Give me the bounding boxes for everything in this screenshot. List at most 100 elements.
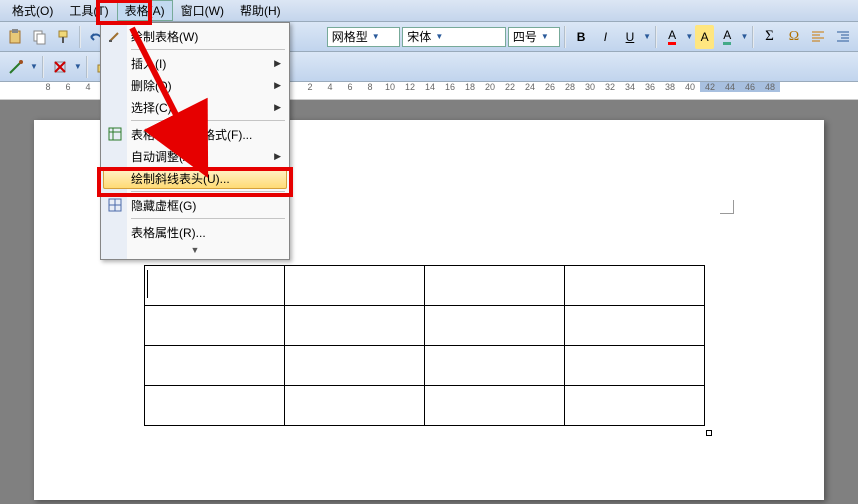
menu-delete[interactable]: 删除(D) ▶: [103, 74, 287, 96]
ruler-tick: 14: [420, 82, 440, 92]
menu-draw-diagonal-header[interactable]: 绘制斜线表头(U)...: [103, 167, 287, 189]
menu-label: 选择(C): [131, 99, 172, 116]
menu-label: 绘制斜线表头(U)...: [131, 170, 230, 187]
ruler-tick: 4: [78, 82, 98, 92]
menu-label: 绘制表格(W): [131, 28, 198, 45]
menu-insert[interactable]: 插入(I) ▶: [103, 52, 287, 74]
ruler-tick: 46: [740, 82, 760, 92]
submenu-arrow-icon: ▶: [274, 151, 281, 162]
menu-label: 插入(I): [131, 55, 166, 72]
menu-help[interactable]: 帮助(H): [232, 0, 289, 21]
font-color-button[interactable]: A: [661, 25, 683, 49]
char-shading-button[interactable]: A: [716, 25, 738, 49]
ruler-tick: 42: [700, 82, 720, 92]
margin-corner-icon: [720, 200, 734, 214]
ruler-tick: 8: [360, 82, 380, 92]
document-table[interactable]: [144, 265, 705, 426]
italic-button[interactable]: I: [594, 25, 616, 49]
ruler-tick: 2: [300, 82, 320, 92]
menu-label: 自动调整(A): [131, 148, 195, 165]
table-cell[interactable]: [425, 386, 565, 426]
table-cell[interactable]: [145, 306, 285, 346]
submenu-arrow-icon: ▶: [274, 80, 281, 91]
grid-icon: [107, 197, 123, 213]
menu-window[interactable]: 窗口(W): [173, 0, 232, 21]
menu-table-properties[interactable]: 表格属性(R)...: [103, 221, 287, 243]
table-cell[interactable]: [565, 306, 705, 346]
table-cell[interactable]: [285, 386, 425, 426]
ruler-tick: 28: [560, 82, 580, 92]
submenu-arrow-icon: ▶: [274, 58, 281, 69]
font-value: 宋体: [407, 28, 431, 45]
menu-select[interactable]: 选择(C) ▶: [103, 96, 287, 118]
table-cell[interactable]: [145, 266, 285, 306]
ruler-tick: 38: [660, 82, 680, 92]
menu-expand[interactable]: ▼: [103, 243, 287, 257]
table-cell[interactable]: [565, 266, 705, 306]
ruler-tick: 32: [600, 82, 620, 92]
delete-tool-icon[interactable]: [48, 55, 72, 79]
menu-autofit[interactable]: 自动调整(A) ▶: [103, 145, 287, 167]
paste-icon[interactable]: [4, 25, 26, 49]
chevron-down-icon: ▼: [435, 32, 443, 41]
ruler-tick: 40: [680, 82, 700, 92]
menu-label: 隐藏虚框(G): [131, 197, 196, 214]
bold-button[interactable]: B: [570, 25, 592, 49]
size-combo[interactable]: 四号▼: [508, 27, 560, 47]
sum-icon[interactable]: Σ: [758, 25, 780, 49]
draw-tool-icon[interactable]: [4, 55, 28, 79]
copy-icon[interactable]: [28, 25, 50, 49]
format-painter-icon[interactable]: [53, 25, 75, 49]
ruler-tick: 20: [480, 82, 500, 92]
table-cell[interactable]: [425, 306, 565, 346]
indent-button[interactable]: [832, 25, 854, 49]
pencil-icon: [107, 28, 123, 44]
ruler-tick: 48: [760, 82, 780, 92]
chevron-down-icon: ▼: [372, 32, 380, 41]
ruler-tick: 34: [620, 82, 640, 92]
table-cell[interactable]: [565, 346, 705, 386]
omega-icon[interactable]: Ω: [783, 25, 805, 49]
menu-label: 删除(D): [131, 77, 172, 94]
size-value: 四号: [513, 28, 537, 45]
ruler-tick: 18: [460, 82, 480, 92]
ruler-tick: 36: [640, 82, 660, 92]
align-button[interactable]: [807, 25, 829, 49]
menu-tools[interactable]: 工具(T): [61, 0, 116, 21]
ruler-tick: 16: [440, 82, 460, 92]
ruler-tick: 44: [720, 82, 740, 92]
highlight-button[interactable]: A: [695, 25, 714, 49]
table-cell[interactable]: [285, 266, 425, 306]
table-cell[interactable]: [145, 386, 285, 426]
style-value: 网格型: [332, 28, 368, 45]
ruler-tick: 10: [380, 82, 400, 92]
font-combo[interactable]: 宋体 ▼: [402, 27, 506, 47]
submenu-arrow-icon: ▶: [274, 102, 281, 113]
table-cell[interactable]: [145, 346, 285, 386]
table-menu-dropdown: 绘制表格(W) 插入(I) ▶ 删除(D) ▶ 选择(C) ▶ 表格自动套用格式…: [100, 22, 290, 260]
menu-label: 表格属性(R)...: [131, 224, 206, 241]
style-combo[interactable]: 网格型 ▼: [327, 27, 401, 47]
ruler-tick: 6: [340, 82, 360, 92]
chevron-down-icon: ▼: [191, 245, 200, 255]
underline-button[interactable]: U: [619, 25, 641, 49]
table-cell[interactable]: [285, 346, 425, 386]
ruler-tick: 30: [580, 82, 600, 92]
ruler-tick: 8: [38, 82, 58, 92]
ruler-tick: 12: [400, 82, 420, 92]
table-cell[interactable]: [285, 306, 425, 346]
ruler-tick: 26: [540, 82, 560, 92]
menu-autoformat[interactable]: 表格自动套用格式(F)...: [103, 123, 287, 145]
menu-label: 表格自动套用格式(F)...: [131, 126, 252, 143]
ruler-tick: 24: [520, 82, 540, 92]
table-cell[interactable]: [425, 266, 565, 306]
text-cursor: [147, 270, 148, 298]
table-resize-handle-icon[interactable]: [706, 430, 712, 436]
menu-table[interactable]: 表格(A): [117, 0, 173, 21]
table-cell[interactable]: [425, 346, 565, 386]
ruler-tick: 4: [320, 82, 340, 92]
table-cell[interactable]: [565, 386, 705, 426]
menu-hide-gridlines[interactable]: 隐藏虚框(G): [103, 194, 287, 216]
menu-draw-table[interactable]: 绘制表格(W): [103, 25, 287, 47]
menu-format[interactable]: 格式(O): [4, 0, 61, 21]
